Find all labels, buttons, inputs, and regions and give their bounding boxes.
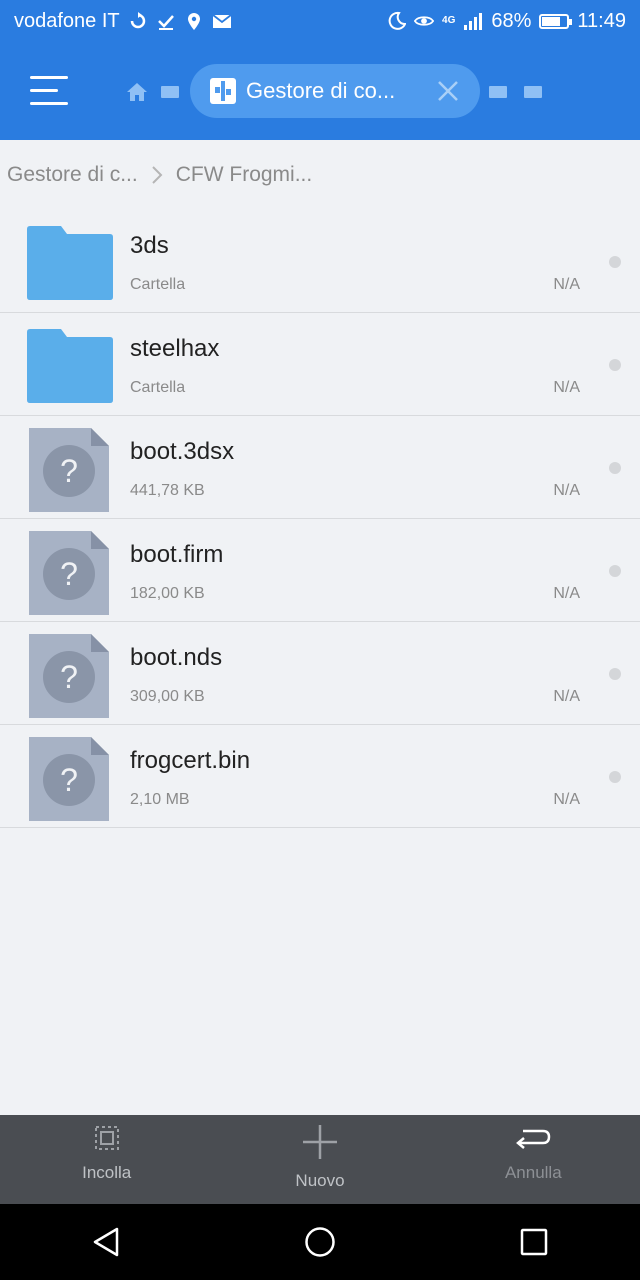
plus-icon (302, 1125, 337, 1159)
file-size: 309,00 KB (130, 688, 205, 705)
window-tab-icon[interactable] (523, 84, 543, 100)
eye-comfort-icon (414, 16, 435, 26)
file-name: frogcert.bin (130, 747, 251, 774)
window-tab-icon[interactable] (488, 84, 508, 100)
select-indicator[interactable] (609, 771, 621, 783)
select-indicator[interactable] (609, 462, 621, 474)
paste-icon (94, 1126, 119, 1150)
breadcrumb-item[interactable]: Gestore di c... (7, 163, 138, 187)
file-name: steelhax (130, 335, 220, 362)
svg-text:?: ? (60, 762, 78, 798)
file-size: 441,78 KB (130, 482, 205, 499)
data-saver-icon (130, 12, 145, 29)
select-indicator[interactable] (609, 359, 621, 371)
mail-icon (212, 14, 232, 28)
svg-text:?: ? (60, 556, 78, 592)
file-info: Cartella (130, 276, 186, 293)
location-icon (187, 13, 200, 30)
paste-button[interactable]: Incolla (0, 1115, 213, 1204)
system-nav-bar (0, 1204, 640, 1280)
file-info: Cartella (130, 379, 186, 396)
back-icon[interactable] (91, 1226, 121, 1258)
select-indicator[interactable] (609, 668, 621, 680)
bottom-toolbar: Incolla Nuovo Annulla (0, 1115, 640, 1204)
unknown-file-icon: ? (29, 428, 109, 512)
home-nav-icon[interactable] (304, 1226, 336, 1258)
menu-icon[interactable] (30, 76, 68, 106)
file-name: boot.firm (130, 541, 224, 568)
undo-label: Annulla (504, 1163, 562, 1182)
file-name: boot.nds (130, 644, 223, 671)
download-done-icon (157, 15, 174, 30)
unknown-file-icon: ? (29, 737, 109, 821)
clock: 11:49 (577, 9, 626, 32)
list-item[interactable]: ? boot.firm 182,00 KB N/A (0, 519, 640, 622)
status-bar: vodafone IT 4G 68% 11:49 (0, 0, 640, 42)
select-indicator[interactable] (609, 256, 621, 268)
file-date: N/A (553, 379, 580, 396)
paste-label: Incolla (82, 1163, 132, 1182)
close-icon[interactable] (436, 79, 460, 103)
undo-icon (516, 1129, 551, 1149)
battery-percent: 68% (491, 9, 532, 32)
recents-icon[interactable] (519, 1227, 549, 1257)
list-item[interactable]: 3ds Cartella N/A (0, 210, 640, 313)
new-button[interactable]: Nuovo (213, 1115, 426, 1204)
home-icon[interactable] (126, 82, 148, 102)
file-date: N/A (553, 791, 580, 808)
file-date: N/A (553, 276, 580, 293)
unknown-file-icon: ? (29, 531, 109, 615)
do-not-disturb-moon-icon (388, 11, 407, 30)
new-label: Nuovo (295, 1171, 345, 1190)
folder-icon (27, 329, 113, 403)
file-size: 2,10 MB (130, 791, 190, 808)
file-name: 3ds (130, 232, 169, 259)
file-size: 182,00 KB (130, 585, 205, 602)
file-list: 3ds Cartella N/A steelhax Cartella N/A ?… (0, 210, 640, 828)
unknown-file-icon: ? (29, 634, 109, 718)
tab-file-manager[interactable]: Gestore di co... (190, 64, 480, 118)
network-type: 4G (442, 15, 456, 26)
folder-icon (27, 226, 113, 300)
chevron-right-icon (152, 166, 163, 184)
file-date: N/A (553, 688, 580, 705)
list-item[interactable]: ? boot.3dsx 441,78 KB N/A (0, 416, 640, 519)
battery-icon (539, 13, 573, 29)
breadcrumb: Gestore di c... CFW Frogmi... (0, 150, 640, 200)
svg-text:?: ? (60, 659, 78, 695)
file-manager-tab-icon (210, 78, 236, 104)
list-item[interactable]: steelhax Cartella N/A (0, 313, 640, 416)
list-item[interactable]: ? frogcert.bin 2,10 MB N/A (0, 725, 640, 828)
signal-icon (464, 13, 483, 30)
svg-text:?: ? (60, 453, 78, 489)
carrier-text: vodafone IT (14, 9, 120, 32)
tab-label: Gestore di co... (246, 78, 396, 103)
file-date: N/A (553, 482, 580, 499)
breadcrumb-item[interactable]: CFW Frogmi... (176, 163, 313, 187)
select-indicator[interactable] (609, 565, 621, 577)
file-name: boot.3dsx (130, 438, 235, 465)
undo-button[interactable]: Annulla (427, 1115, 640, 1204)
app-bar: Gestore di co... (0, 42, 640, 140)
window-tab-icon[interactable] (160, 84, 180, 100)
list-item[interactable]: ? boot.nds 309,00 KB N/A (0, 622, 640, 725)
file-date: N/A (553, 585, 580, 602)
